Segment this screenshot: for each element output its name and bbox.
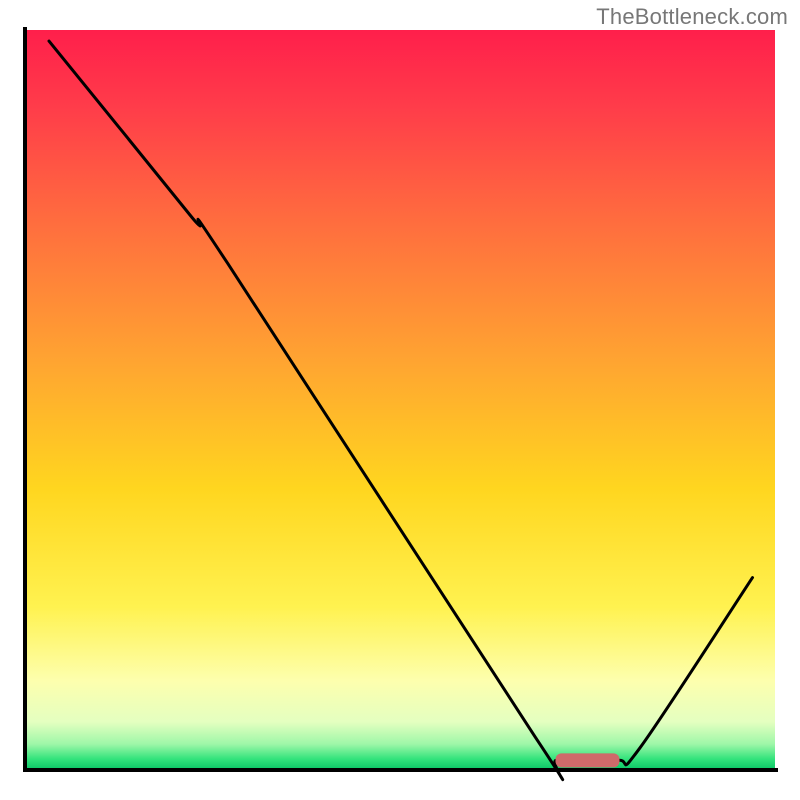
plot-area-gradient (25, 30, 775, 770)
watermark-text: TheBottleneck.com (596, 4, 788, 30)
bottleneck-chart-svg (0, 0, 800, 800)
optimal-marker (556, 753, 620, 767)
chart-container: { "watermark": "TheBottleneck.com", "cha… (0, 0, 800, 800)
